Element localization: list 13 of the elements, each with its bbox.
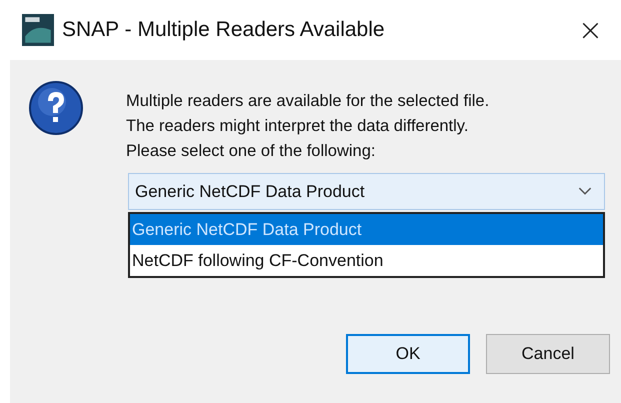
chevron-down-icon xyxy=(578,187,592,196)
question-icon xyxy=(28,80,84,136)
dropdown-option[interactable]: NetCDF following CF-Convention xyxy=(130,245,603,276)
dialog-button[interactable]: OK xyxy=(346,334,470,374)
window-title: SNAP - Multiple Readers Available xyxy=(62,18,386,42)
message-text: Please select one of the following: xyxy=(126,141,376,162)
dropdown-option[interactable]: Generic NetCDF Data Product xyxy=(130,214,603,245)
message-text: Multiple readers are available for the selected file. xyxy=(126,91,490,112)
close-button[interactable]: × xyxy=(572,12,609,48)
dialog-button[interactable]: Cancel xyxy=(486,334,610,374)
message-text: The readers might interpret the data differently. xyxy=(126,116,470,137)
reader-dropdown[interactable]: Generic NetCDF Data Product xyxy=(128,173,605,210)
app-logo-icon xyxy=(22,14,54,46)
